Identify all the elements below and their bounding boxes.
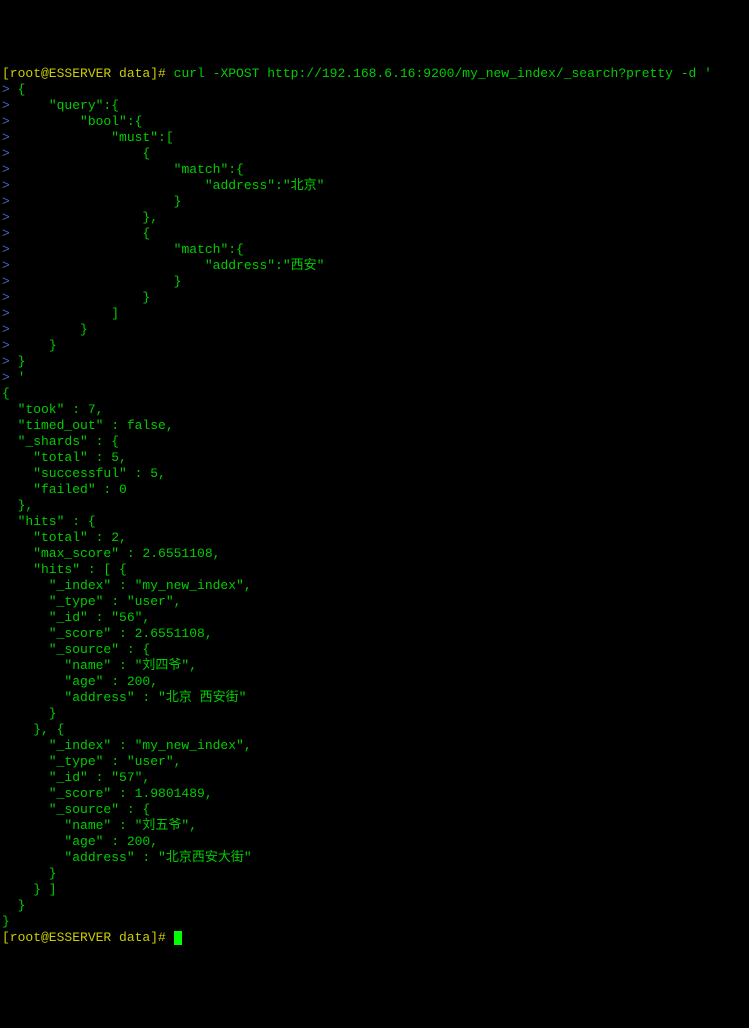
final-prompt: [root@ESSERVER data]#: [2, 930, 174, 945]
terminal-window[interactable]: [root@ESSERVER data]# curl -XPOST http:/…: [0, 64, 749, 948]
curl-command: curl -XPOST http://192.168.6.16:9200/my_…: [174, 66, 712, 81]
input-block: > { > "query":{ > "bool":{ > "must":[ > …: [2, 82, 747, 386]
prompt-user-host: [root@ESSERVER data]#: [2, 66, 174, 81]
response-block: { "took" : 7, "timed_out" : false, "_sha…: [2, 386, 747, 930]
cursor: [174, 931, 182, 945]
